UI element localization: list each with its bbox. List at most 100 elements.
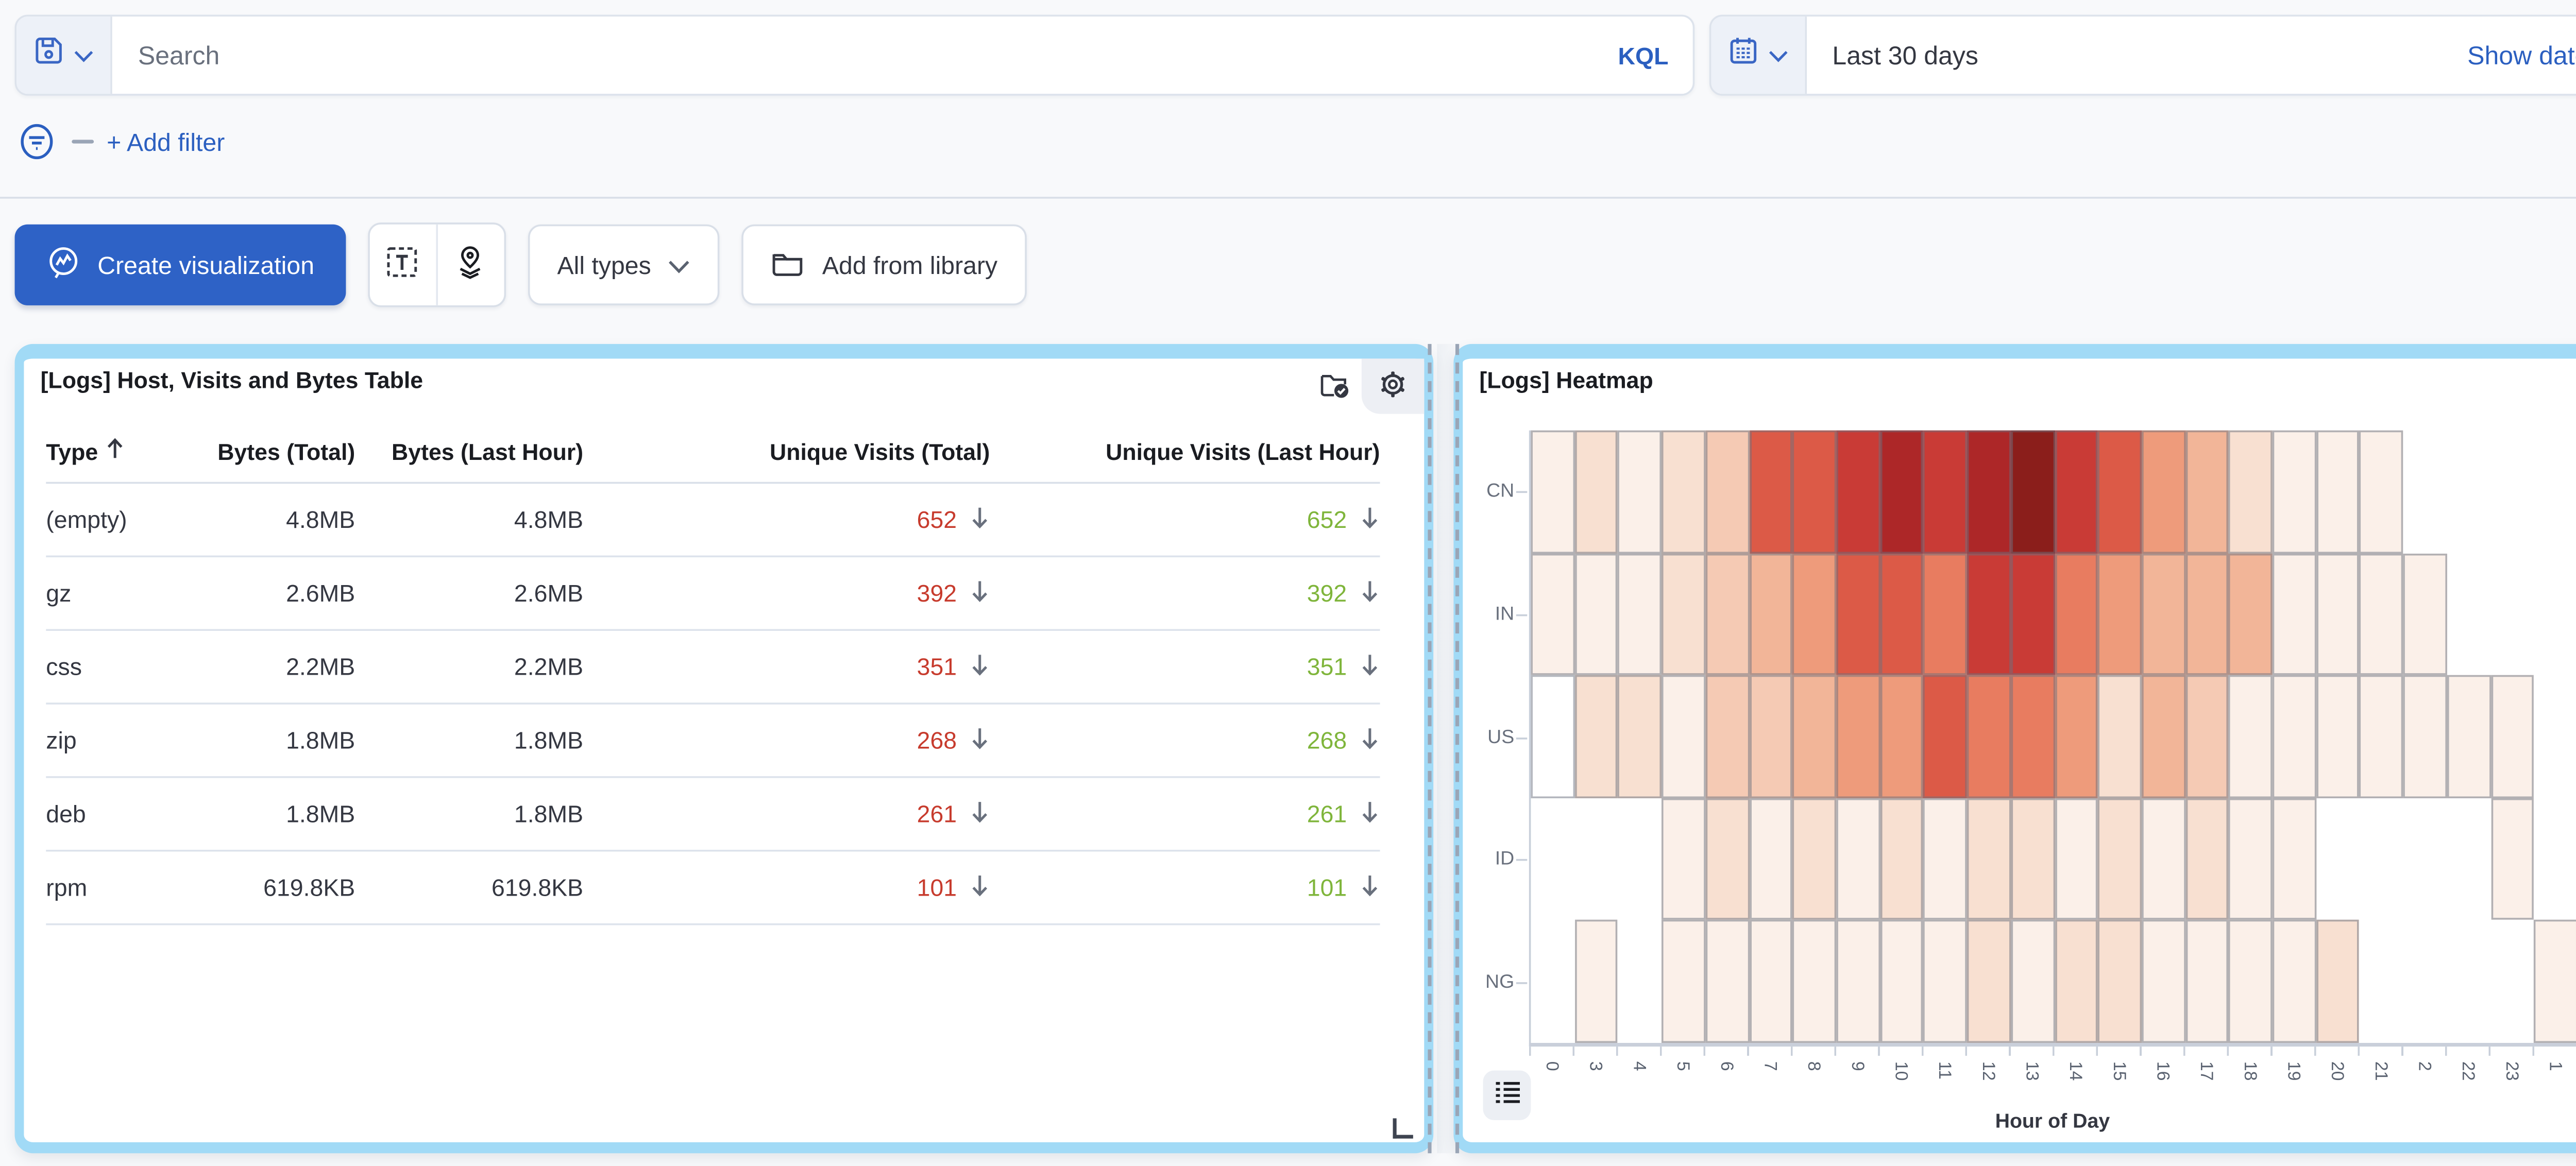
heatmap-cell[interactable] xyxy=(1880,431,1924,553)
heatmap-cell[interactable] xyxy=(2273,431,2316,553)
heatmap-cell[interactable] xyxy=(1880,920,1924,1043)
heatmap-cell[interactable] xyxy=(2098,798,2142,920)
heatmap-cell[interactable] xyxy=(2185,431,2229,553)
filter-menu-button[interactable] xyxy=(15,119,59,164)
heatmap-cell[interactable] xyxy=(2098,920,2142,1043)
heatmap-cell[interactable] xyxy=(2011,553,2055,676)
heatmap-cell[interactable] xyxy=(1531,553,1574,676)
heatmap-cell[interactable] xyxy=(2011,675,2055,798)
heatmap-cell[interactable] xyxy=(2142,920,2185,1043)
heatmap-cell[interactable] xyxy=(1662,431,1705,553)
column-header-type[interactable]: Type xyxy=(46,438,125,466)
heatmap-cell[interactable] xyxy=(1836,920,1880,1043)
heatmap-cell[interactable] xyxy=(1923,798,1967,920)
heatmap-cell[interactable] xyxy=(1880,675,1924,798)
heatmap-cell[interactable] xyxy=(1792,431,1836,553)
heatmap-cell[interactable] xyxy=(2142,553,2185,676)
heatmap-cell[interactable] xyxy=(2229,920,2273,1043)
heatmap-cell[interactable] xyxy=(1749,431,1793,553)
heatmap-cell[interactable] xyxy=(2054,798,2098,920)
heatmap-cell[interactable] xyxy=(2273,798,2316,920)
heatmap-cell[interactable] xyxy=(2098,431,2142,553)
panel-settings-button[interactable] xyxy=(1362,358,1424,414)
saved-query-menu-button[interactable] xyxy=(16,16,112,94)
heatmap-cell[interactable] xyxy=(1574,675,1618,798)
legend-toggle-button[interactable] xyxy=(1483,1071,1531,1120)
heatmap-cell[interactable] xyxy=(1923,920,1967,1043)
heatmap-cell[interactable] xyxy=(1880,553,1924,676)
heatmap-cell[interactable] xyxy=(1705,920,1749,1043)
heatmap-cell[interactable] xyxy=(2273,920,2316,1043)
show-dates-button[interactable]: Show dates xyxy=(2445,41,2576,70)
heatmap-cell[interactable] xyxy=(2011,431,2055,553)
heatmap-cell[interactable] xyxy=(1749,798,1793,920)
heatmap-cell[interactable] xyxy=(2054,920,2098,1043)
heatmap-cell[interactable] xyxy=(2229,431,2273,553)
heatmap-cell[interactable] xyxy=(1574,553,1618,676)
add-map-button[interactable] xyxy=(437,225,504,305)
heatmap-cell[interactable] xyxy=(2316,553,2360,676)
heatmap-cell[interactable] xyxy=(1662,675,1705,798)
heatmap-cell[interactable] xyxy=(2273,675,2316,798)
heatmap-cell[interactable] xyxy=(1792,553,1836,676)
heatmap-cell[interactable] xyxy=(1749,675,1793,798)
heatmap-cell[interactable] xyxy=(2011,920,2055,1043)
heatmap-cell[interactable] xyxy=(1531,675,1574,798)
heatmap-cell[interactable] xyxy=(2098,553,2142,676)
add-filter-button[interactable]: + Add filter xyxy=(107,128,225,156)
add-from-library-button[interactable]: Add from library xyxy=(741,225,1027,305)
heatmap-cell[interactable] xyxy=(1749,553,1793,676)
create-visualization-button[interactable]: Create visualization xyxy=(15,225,346,305)
heatmap-cell[interactable] xyxy=(1792,798,1836,920)
search-input[interactable] xyxy=(112,16,1594,94)
heatmap-cell[interactable] xyxy=(1967,798,2011,920)
heatmap-cell[interactable] xyxy=(2447,675,2491,798)
heatmap-cell[interactable] xyxy=(2185,675,2229,798)
heatmap-cell[interactable] xyxy=(1836,798,1880,920)
heatmap-cell[interactable] xyxy=(2360,431,2403,553)
heatmap-cell[interactable] xyxy=(1618,553,1662,676)
heatmap-cell[interactable] xyxy=(1836,675,1880,798)
heatmap-cell[interactable] xyxy=(1792,675,1836,798)
heatmap-cell[interactable] xyxy=(1792,920,1836,1043)
heatmap-cell[interactable] xyxy=(1836,553,1880,676)
heatmap-cell[interactable] xyxy=(1967,553,2011,676)
heatmap-cell[interactable] xyxy=(1923,675,1967,798)
heatmap-cell[interactable] xyxy=(2316,431,2360,553)
heatmap-cell[interactable] xyxy=(2185,798,2229,920)
heatmap-cell[interactable] xyxy=(1662,920,1705,1043)
heatmap-cell[interactable] xyxy=(1662,798,1705,920)
heatmap-cell[interactable] xyxy=(1880,798,1924,920)
column-header-bytes-total[interactable]: Bytes (Total) xyxy=(217,439,355,465)
heatmap-cell[interactable] xyxy=(2142,675,2185,798)
heatmap-cell[interactable] xyxy=(1836,431,1880,553)
heatmap-cell[interactable] xyxy=(2011,798,2055,920)
heatmap-cell[interactable] xyxy=(2054,553,2098,676)
heatmap-cell[interactable] xyxy=(2403,675,2447,798)
heatmap-cell[interactable] xyxy=(2316,675,2360,798)
heatmap-cell[interactable] xyxy=(2273,553,2316,676)
heatmap-cell[interactable] xyxy=(2142,798,2185,920)
heatmap-cell[interactable] xyxy=(1618,675,1662,798)
heatmap-cell[interactable] xyxy=(1531,431,1574,553)
heatmap-cell[interactable] xyxy=(2316,920,2360,1043)
heatmap-cell[interactable] xyxy=(1574,431,1618,553)
time-range-value[interactable]: Last 30 days xyxy=(1806,41,2445,70)
heatmap-cell[interactable] xyxy=(2185,920,2229,1043)
heatmap-cell[interactable] xyxy=(2534,920,2576,1043)
heatmap-cell[interactable] xyxy=(2229,553,2273,676)
heatmap-cell[interactable] xyxy=(2490,798,2534,920)
heatmap-cell[interactable] xyxy=(1705,798,1749,920)
heatmap-cell[interactable] xyxy=(2229,675,2273,798)
heatmap-cell[interactable] xyxy=(1574,920,1618,1043)
heatmap-cell[interactable] xyxy=(1923,553,1967,676)
panel-resize-handle[interactable] xyxy=(1393,1118,1413,1138)
heatmap-cell[interactable] xyxy=(2360,553,2403,676)
heatmap-cell[interactable] xyxy=(2054,675,2098,798)
heatmap-cell[interactable] xyxy=(1967,431,2011,553)
kql-badge[interactable]: KQL xyxy=(1594,41,1692,69)
heatmap-cell[interactable] xyxy=(1705,431,1749,553)
heatmap-cell[interactable] xyxy=(2185,553,2229,676)
table-panel[interactable]: [Logs] Host, Visits and Bytes Table xyxy=(15,344,1434,1153)
heatmap-cell[interactable] xyxy=(1749,920,1793,1043)
